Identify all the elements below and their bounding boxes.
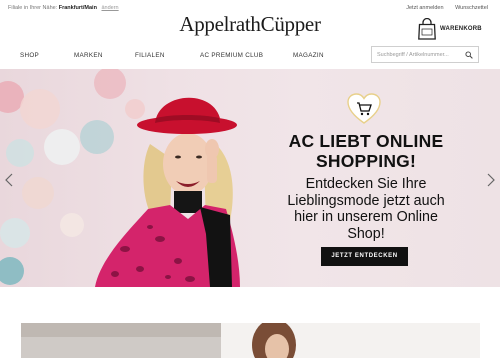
hero-text-line-1: Entdecken Sie Ihre	[305, 176, 427, 192]
store-city: Frankfurt/Main	[58, 5, 97, 11]
store-prefix: Filiale in Ihrer Nähe:	[8, 5, 58, 11]
cart-label: WARENKORB	[440, 26, 482, 32]
cart-button[interactable]: WARENKORB	[418, 18, 490, 40]
shopping-bag-icon	[418, 18, 436, 40]
hero-text-line-2: Lieblingsmode jetzt auch	[287, 192, 445, 209]
hero-title-line-2: SHOPPING!	[315, 151, 416, 171]
heart-cart-icon	[347, 93, 381, 124]
store-change-link[interactable]: ändern	[101, 5, 118, 11]
hero-title: AC LIEBT ONLINE SHOPPING!	[268, 131, 464, 171]
search-box	[371, 46, 479, 63]
carousel-prev-arrow[interactable]	[4, 172, 14, 188]
hero-text: Entdecken Sie Ihre Lieblingsmode jetzt a…	[278, 176, 454, 242]
hero-text-line-4: Shop!	[347, 225, 385, 242]
nav-item-filialen[interactable]: FILIALEN	[135, 52, 165, 59]
search-icon[interactable]	[465, 51, 473, 59]
teaser-image[interactable]	[21, 323, 480, 358]
account-links: Jetzt anmelden Wunschzettel	[396, 5, 488, 11]
login-link[interactable]: Jetzt anmelden	[406, 5, 443, 11]
nav-item-shop[interactable]: SHOP	[20, 52, 39, 59]
hero-banner[interactable]: AC LIEBT ONLINE SHOPPING! Entdecken Sie …	[0, 69, 500, 287]
hero-cta-button[interactable]: JETZT ENTDECKEN	[321, 247, 408, 266]
nav-item-marken[interactable]: MARKEN	[74, 52, 103, 59]
hero-title-line-1: AC LIEBT ONLINE	[288, 131, 444, 151]
teaser-photo	[21, 323, 480, 358]
wishlist-link[interactable]: Wunschzettel	[455, 5, 488, 11]
search-input[interactable]	[377, 51, 465, 59]
nav-item-magazin[interactable]: MAGAZIN	[293, 52, 324, 59]
hero-text-line-3: hier in unserem Online	[294, 209, 438, 225]
carousel-next-arrow[interactable]	[486, 172, 496, 188]
nav-item-premium-club[interactable]: AC PREMIUM CLUB	[200, 52, 263, 59]
store-locator: Filiale in Ihrer Nähe: Frankfurt/Main än…	[8, 5, 119, 11]
